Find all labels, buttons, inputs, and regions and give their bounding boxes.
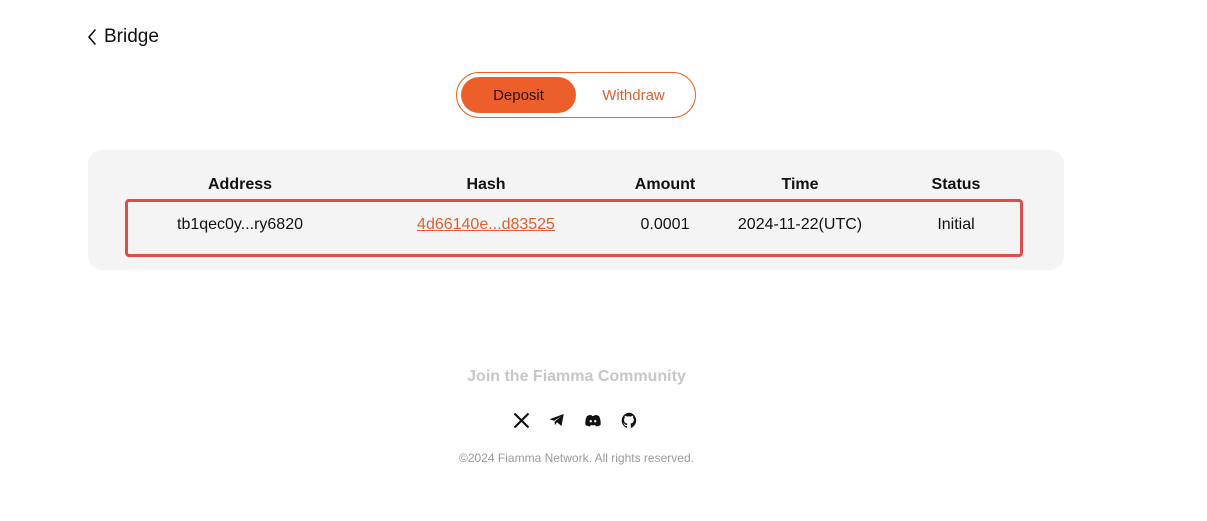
back-button[interactable]: Bridge [86, 26, 159, 48]
column-header-address: Address [207, 176, 273, 193]
social-links [512, 411, 638, 429]
chevron-left-icon [86, 28, 98, 46]
cell-hash-link[interactable]: 4d66140e...d83525 [417, 216, 555, 234]
tab-withdraw[interactable]: Withdraw [576, 77, 691, 113]
bridge-page: Bridge Deposit Withdraw Address Hash Amo… [0, 0, 1207, 521]
tab-deposit[interactable]: Deposit [461, 77, 576, 113]
cell-time: 2024-11-22(UTC) [737, 216, 863, 233]
column-header-hash: Hash [466, 176, 506, 193]
column-header-status: Status [931, 176, 981, 193]
transactions-table: Address Hash Amount Time Status tb1qec0y… [88, 150, 1064, 270]
column-header-time: Time [781, 176, 819, 193]
cell-amount: 0.0001 [640, 216, 690, 233]
page-title: Bridge [104, 26, 159, 47]
telegram-icon[interactable] [548, 411, 566, 429]
deposit-withdraw-tabs: Deposit Withdraw [456, 72, 696, 118]
copyright-text: ©2024 Fiamma Network. All rights reserve… [459, 451, 694, 465]
discord-icon[interactable] [584, 411, 602, 429]
community-heading: Join the Fiamma Community [467, 368, 686, 385]
column-header-amount: Amount [634, 176, 696, 193]
cell-address: tb1qec0y...ry6820 [176, 216, 304, 233]
github-icon[interactable] [620, 411, 638, 429]
x-icon[interactable] [512, 411, 530, 429]
cell-status: Initial [937, 216, 975, 233]
